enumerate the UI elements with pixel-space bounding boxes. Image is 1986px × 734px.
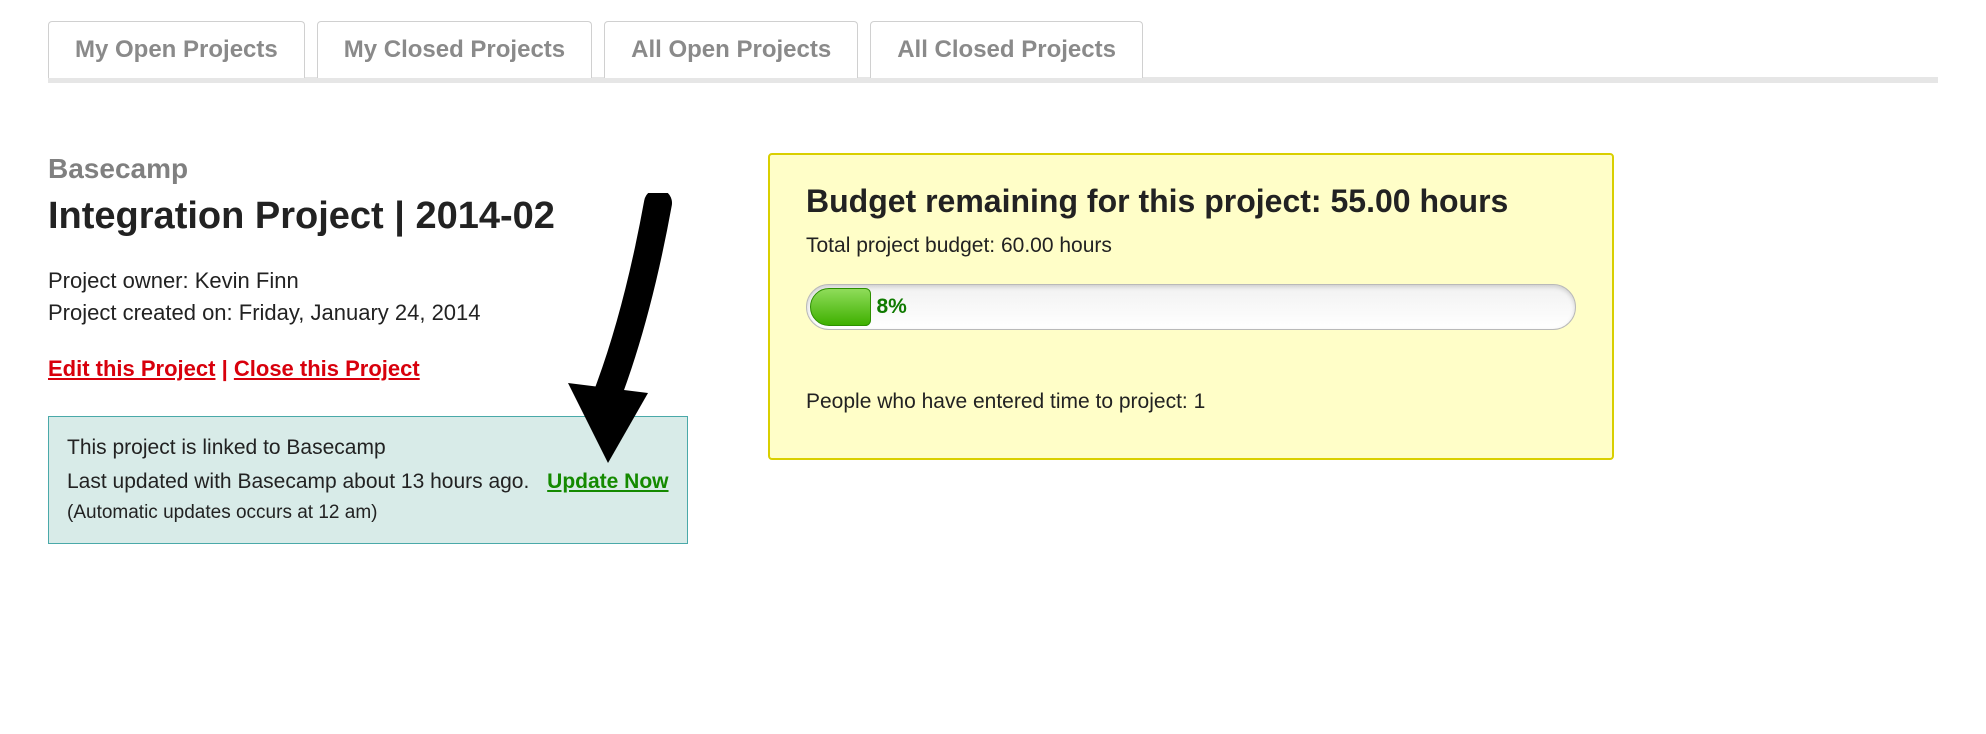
project-created-line: Project created on: Friday, January 24, … [48,300,688,326]
project-owner-label: Project owner: [48,268,195,293]
budget-heading: Budget remaining for this project: 55.00… [806,183,1576,220]
tab-all-closed-projects[interactable]: All Closed Projects [870,21,1143,78]
budget-heading-prefix: Budget remaining for this project: [806,183,1330,219]
budget-progress-label: 8% [876,295,906,319]
edit-project-link[interactable]: Edit this Project [48,356,215,381]
project-created-date: Friday, January 24, 2014 [239,300,481,325]
update-now-link[interactable]: Update Now [547,470,668,493]
budget-panel: Budget remaining for this project: 55.00… [768,153,1614,460]
action-separator: | [215,356,233,381]
account-name: Basecamp [48,153,688,185]
project-title: Integration Project | 2014-02 [48,195,688,238]
project-created-label: Project created on: [48,300,239,325]
project-owner-line: Project owner: Kevin Finn [48,268,688,294]
budget-remaining-hours: 55.00 hours [1330,183,1508,219]
budget-people-label: People who have entered time to project: [806,390,1194,413]
budget-people-count: 1 [1194,390,1206,413]
basecamp-link-panel: This project is linked to Basecamp Last … [48,416,688,544]
budget-total-label: Total project budget: [806,234,1001,257]
basecamp-last-updated: Last updated with Basecamp about 13 hour… [67,470,529,493]
budget-people-line: People who have entered time to project:… [806,390,1576,414]
tab-all-open-projects[interactable]: All Open Projects [604,21,858,78]
project-tabs: My Open Projects My Closed Projects All … [48,20,1938,83]
budget-progress-fill [810,288,871,326]
budget-total-hours: 60.00 hours [1001,234,1112,257]
project-action-links: Edit this Project | Close this Project [48,356,688,382]
tab-my-closed-projects[interactable]: My Closed Projects [317,21,592,78]
budget-total-line: Total project budget: 60.00 hours [806,234,1576,258]
basecamp-auto-update-note: (Automatic updates occurs at 12 am) [67,498,669,528]
tab-my-open-projects[interactable]: My Open Projects [48,21,305,78]
project-owner-name: Kevin Finn [195,268,299,293]
close-project-link[interactable]: Close this Project [234,356,420,381]
budget-progress-bar: 8% [806,284,1576,330]
basecamp-linked-text: This project is linked to Basecamp [67,431,669,465]
